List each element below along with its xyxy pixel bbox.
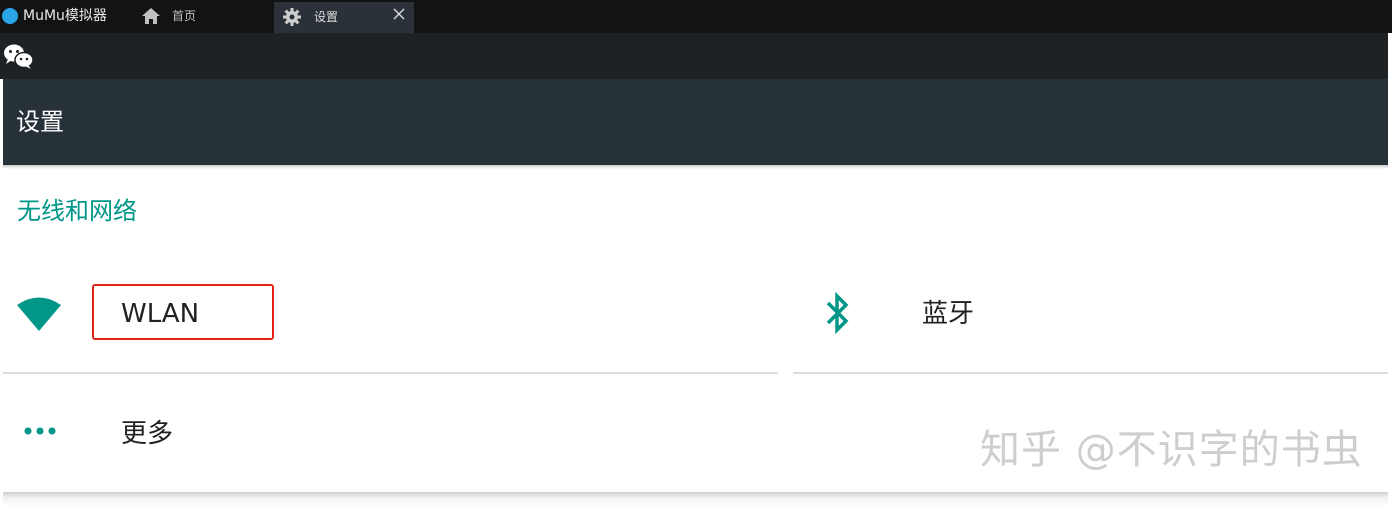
section-header-wireless: 无线和网络 <box>17 197 137 225</box>
app-name: MuMu模拟器 <box>23 8 107 24</box>
tab-home[interactable]: 首页 <box>140 4 260 30</box>
more-dots-icon <box>24 427 56 435</box>
tab-settings-label: 设置 <box>314 10 339 24</box>
setting-item-bluetooth[interactable]: 蓝牙 <box>793 262 1388 374</box>
tab-settings[interactable]: 设置 <box>274 2 414 33</box>
setting-item-more[interactable]: 更多 <box>3 376 779 492</box>
gear-icon <box>283 8 301 26</box>
bluetooth-icon <box>826 292 849 334</box>
home-icon <box>142 8 160 24</box>
watermark-text: 知乎 @不识字的书虫 <box>980 427 1363 473</box>
mumu-logo-icon <box>2 8 18 24</box>
bottom-shadow <box>3 492 1388 507</box>
wechat-icon[interactable] <box>3 43 35 71</box>
window-title-bar: MuMu模拟器 首页 设置 <box>0 0 1392 33</box>
divider <box>3 372 778 374</box>
page-title: 设置 <box>16 108 64 136</box>
wifi-icon <box>17 297 61 331</box>
setting-item-label-more: 更多 <box>121 419 174 449</box>
window-edge <box>1388 33 1392 507</box>
close-icon[interactable] <box>392 7 406 21</box>
emulator-toolbar <box>0 33 1388 79</box>
tab-home-label: 首页 <box>172 9 197 23</box>
divider <box>793 372 1388 374</box>
settings-app-bar: 设置 <box>3 79 1388 165</box>
app-bar-shadow <box>3 165 1388 169</box>
setting-item-label-bluetooth: 蓝牙 <box>922 299 975 329</box>
highlight-box <box>92 284 274 340</box>
